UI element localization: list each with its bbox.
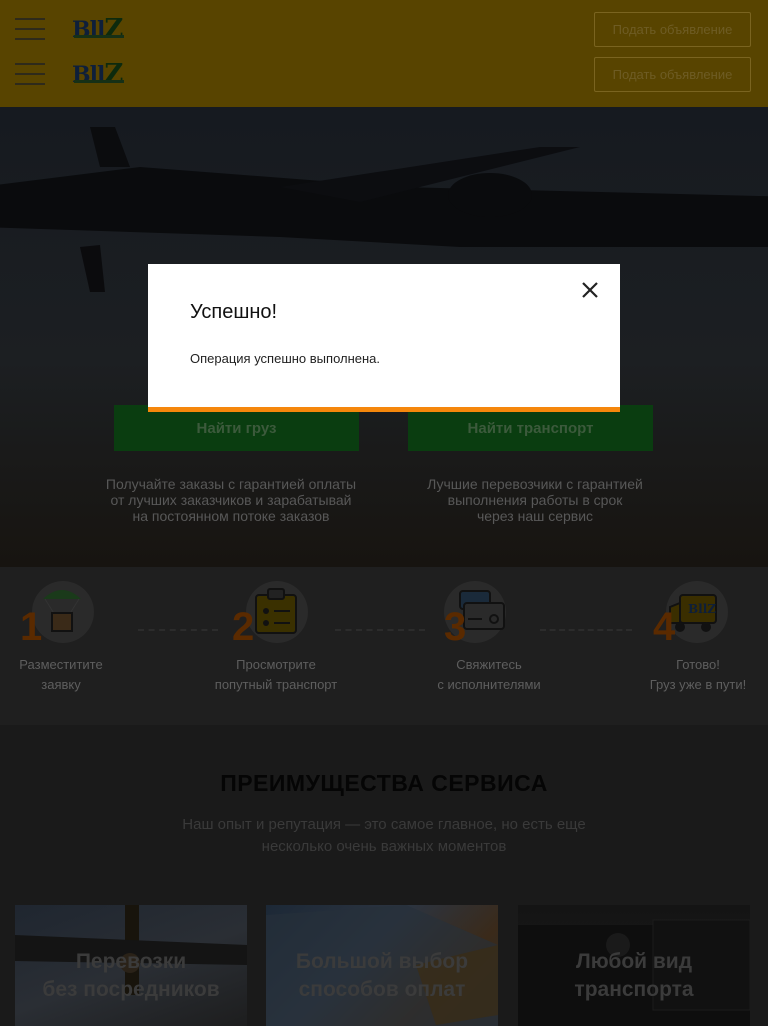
- close-icon[interactable]: [578, 278, 602, 302]
- dialog-title: Успешно!: [190, 301, 278, 323]
- success-dialog: Успешно! Операция успешно выполнена.: [148, 264, 620, 412]
- modal-overlay[interactable]: [0, 0, 768, 1026]
- dialog-message: Операция успешно выполнена.: [190, 351, 381, 366]
